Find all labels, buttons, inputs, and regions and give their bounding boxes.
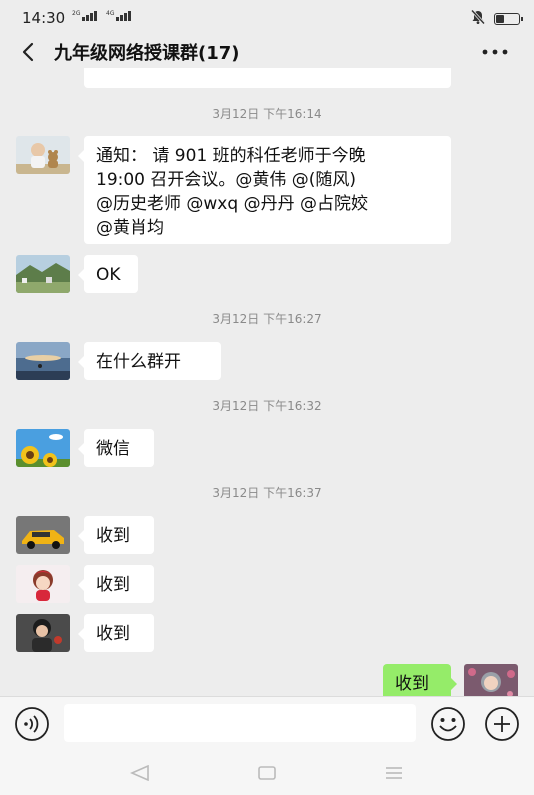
message-text-line: @历史老师 @wxq @丹丹 @占院姣 bbox=[96, 194, 368, 214]
more-horizontal-icon bbox=[482, 49, 508, 55]
emoji-button[interactable] bbox=[430, 706, 466, 742]
message-text: 收到 bbox=[395, 674, 429, 694]
timestamp: 3月12日 下午16:27 bbox=[212, 312, 322, 326]
system-nav-bar bbox=[0, 750, 534, 795]
timestamp: 3月12日 下午16:32 bbox=[212, 399, 322, 413]
battery-icon bbox=[494, 13, 523, 25]
triangle-back-icon bbox=[130, 765, 149, 781]
avatar-cartoon-girl[interactable] bbox=[16, 565, 70, 603]
more-actions-button[interactable] bbox=[484, 706, 520, 742]
mute-bell-icon bbox=[470, 9, 486, 29]
timestamp: 3月12日 下午16:37 bbox=[212, 486, 322, 500]
message-bubble[interactable]: 在什么群开 bbox=[78, 342, 221, 380]
message-bubble[interactable]: 微信 bbox=[78, 429, 154, 467]
message-text: 收到 bbox=[96, 526, 130, 546]
message-bubble-self[interactable]: 收到 bbox=[383, 664, 457, 696]
chevron-left-icon bbox=[22, 42, 34, 62]
avatar-car[interactable] bbox=[16, 516, 70, 554]
message-text: 收到 bbox=[96, 624, 130, 644]
avatar-woman[interactable] bbox=[16, 614, 70, 652]
avatar-sunflower[interactable] bbox=[16, 429, 70, 467]
voice-icon bbox=[15, 707, 49, 741]
message-text: 收到 bbox=[96, 575, 130, 595]
nav-menu-button[interactable] bbox=[382, 762, 406, 784]
menu-lines-icon bbox=[386, 767, 402, 779]
message-text-line: @黄肖均 bbox=[96, 218, 164, 238]
timestamp: 3月12日 下午16:14 bbox=[212, 107, 322, 121]
message-bubble[interactable]: OK bbox=[78, 255, 138, 293]
avatar-landscape[interactable] bbox=[16, 255, 70, 293]
nav-back-button[interactable] bbox=[128, 762, 152, 784]
message-text-line: 通知： 请 901 班的科任老师于今晚 bbox=[96, 146, 366, 166]
avatar-self[interactable] bbox=[464, 664, 518, 696]
nav-home-button[interactable] bbox=[255, 762, 279, 784]
input-bar bbox=[0, 696, 534, 750]
more-button[interactable] bbox=[478, 38, 512, 66]
message-input[interactable] bbox=[64, 704, 416, 742]
square-home-icon bbox=[258, 766, 276, 780]
status-time: 14:30 bbox=[22, 9, 66, 27]
message-text: 在什么群开 bbox=[96, 352, 181, 372]
avatar-child-teddy[interactable] bbox=[16, 136, 70, 174]
emoji-icon bbox=[431, 707, 465, 741]
partial-message-bubble bbox=[84, 68, 451, 88]
message-text: 微信 bbox=[96, 439, 130, 459]
message-list[interactable]: 3月12日 下午16:14 通知： 请 901 班的科任老师于今晚 19:00 … bbox=[0, 68, 534, 696]
status-bar: 14:30 2G 4G bbox=[0, 0, 534, 36]
message-bubble[interactable]: 通知： 请 901 班的科任老师于今晚 19:00 召开会议。@黄伟 @(随风)… bbox=[78, 136, 451, 244]
message-bubble[interactable]: 收到 bbox=[78, 516, 154, 554]
message-bubble[interactable]: 收到 bbox=[78, 565, 154, 603]
voice-button[interactable] bbox=[14, 706, 50, 742]
message-text: OK bbox=[96, 265, 121, 285]
chat-title: 九年级网络授课群(17) bbox=[54, 43, 240, 64]
avatar-seaside[interactable] bbox=[16, 342, 70, 380]
plus-icon bbox=[485, 707, 519, 741]
signal-2-icon: 4G bbox=[106, 11, 132, 21]
message-text-line: 19:00 召开会议。@黄伟 @(随风) bbox=[96, 170, 357, 190]
signal-1-icon: 2G bbox=[72, 11, 98, 21]
chat-header: 九年级网络授课群(17) bbox=[0, 36, 534, 68]
back-button[interactable] bbox=[14, 38, 42, 66]
message-bubble[interactable]: 收到 bbox=[78, 614, 154, 652]
